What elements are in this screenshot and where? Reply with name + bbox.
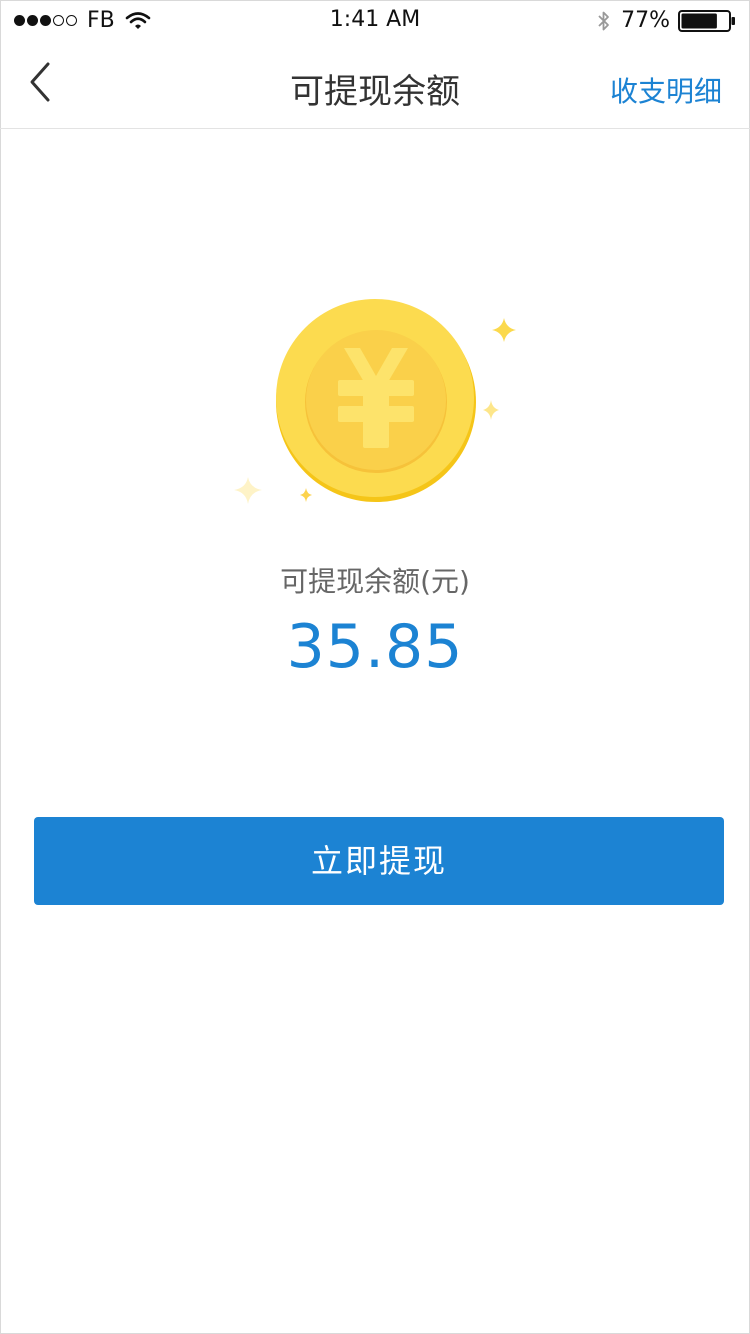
status-bar: FB 1:41 AM 77% <box>0 0 750 40</box>
navigation-bar: 可提现余额 收支明细 <box>0 40 750 129</box>
withdraw-now-button[interactable]: 立即提现 <box>34 817 724 905</box>
bluetooth-icon <box>598 11 609 30</box>
coin-illustration <box>234 299 516 504</box>
transaction-details-link[interactable]: 收支明细 <box>610 70 722 110</box>
battery-icon <box>678 9 735 32</box>
battery-percent: 77% <box>621 8 670 33</box>
balance-label: 可提现余额(元) <box>280 565 470 598</box>
balance-amount: 35.85 <box>286 612 464 682</box>
sparkle-icon <box>234 477 262 504</box>
status-right: 77% <box>597 8 736 33</box>
sparkle-icon <box>483 400 499 420</box>
sparkle-icon <box>300 488 312 502</box>
sparkle-icon <box>492 318 516 342</box>
